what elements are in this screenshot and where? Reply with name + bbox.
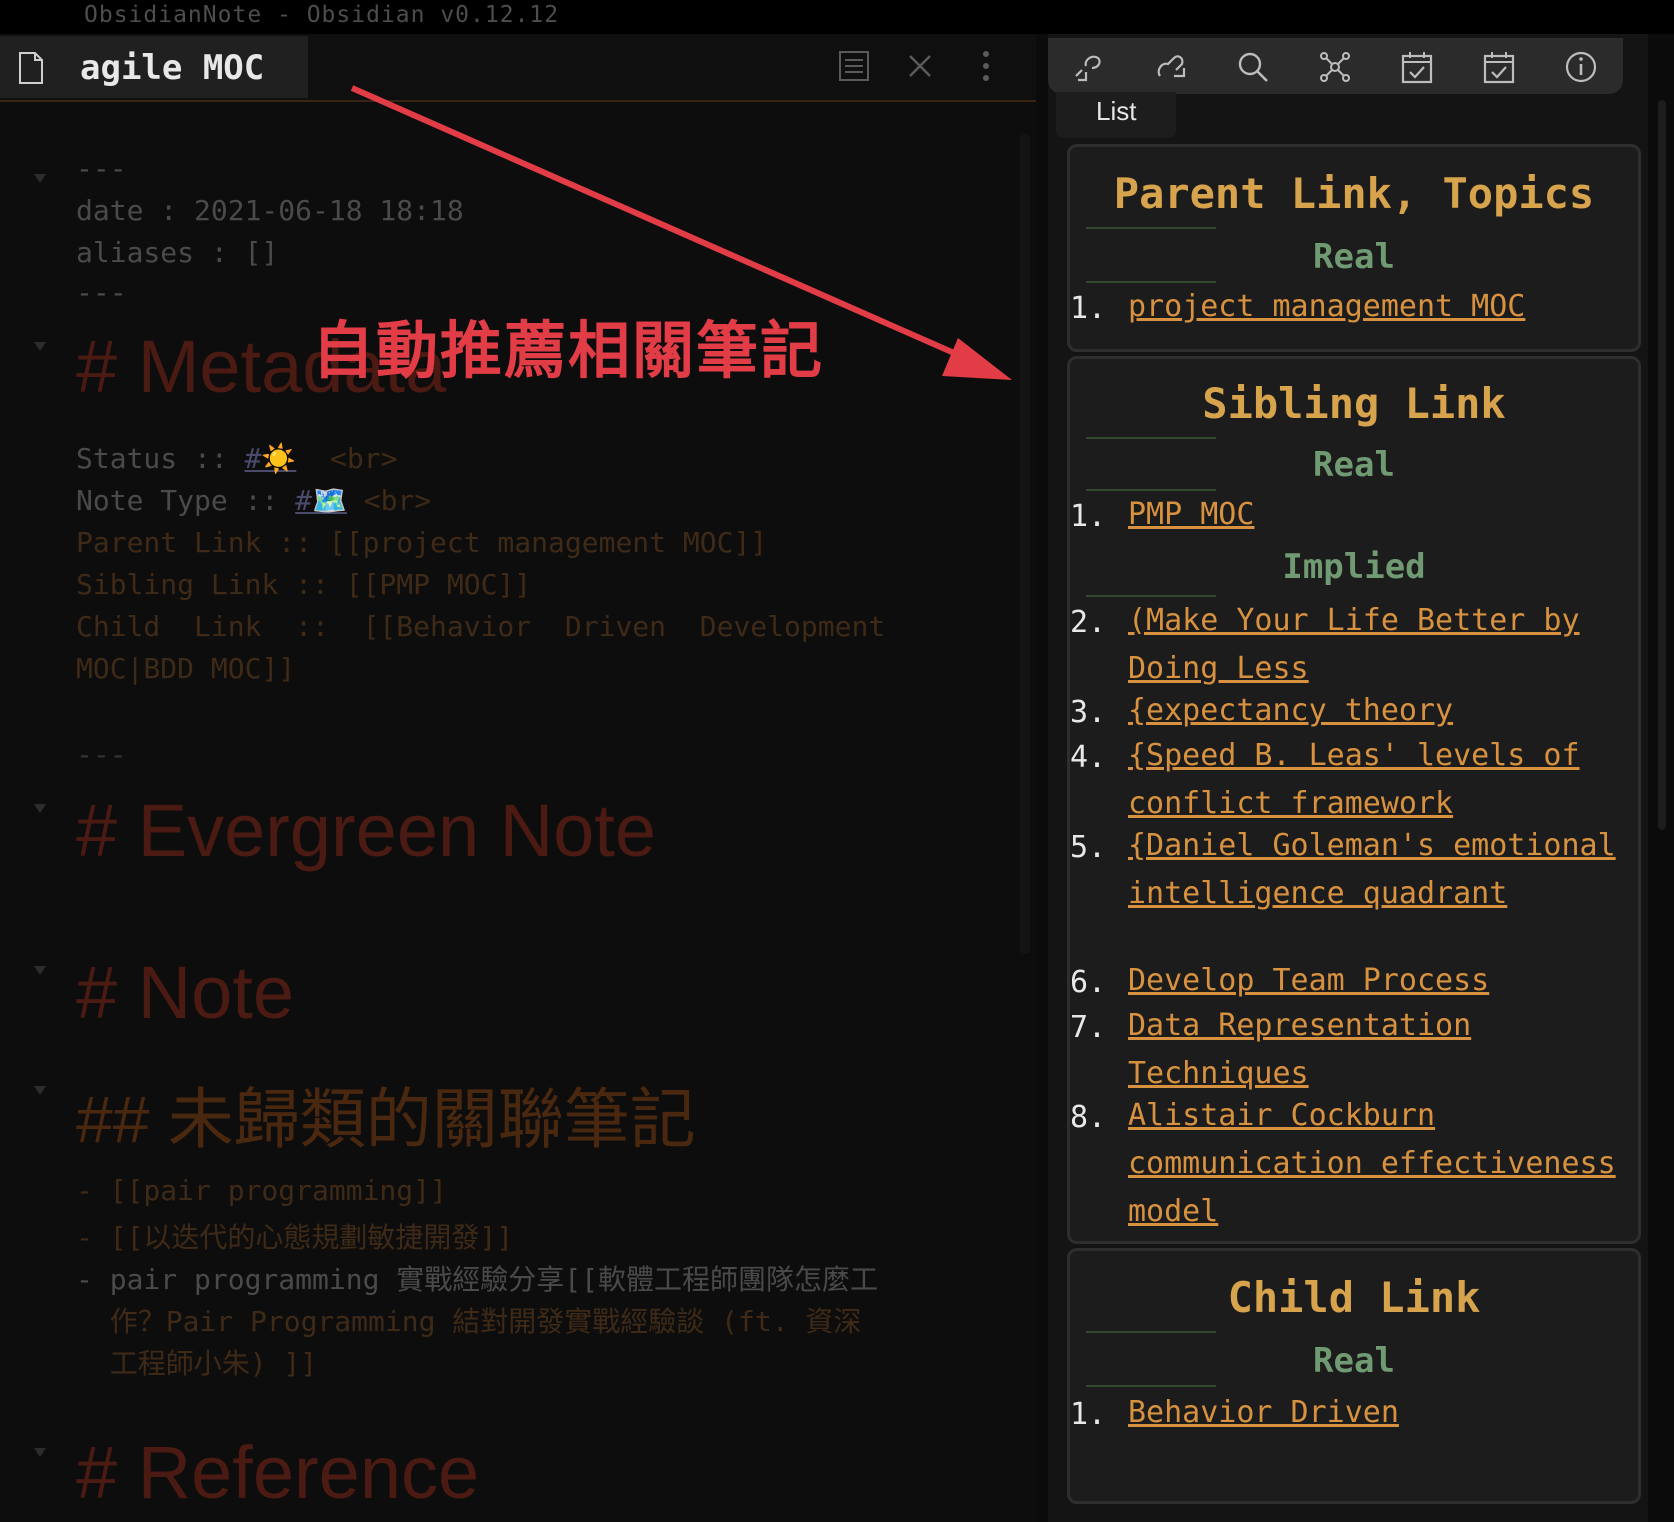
tab-agile-moc[interactable]: agile MOC [0, 36, 308, 98]
frontmatter-aliases: aliases : [] [76, 236, 279, 269]
editor-pane: agile MOC --- date : 2021-06-18 18:18 al… [0, 34, 1036, 1522]
list-item[interactable]: - [[pair programming]] [76, 1174, 447, 1207]
tab-list-label: List [1096, 96, 1137, 126]
sibling-link-card: Sibling Link Real 1. PMP MOC Implied 2. … [1067, 356, 1641, 1244]
fold-toggle[interactable] [34, 174, 46, 183]
item-number: 2. [1070, 605, 1107, 640]
heading-reference: # Reference [76, 1431, 480, 1514]
fold-toggle[interactable] [34, 342, 46, 351]
more-options-icon[interactable] [968, 48, 1004, 84]
calendar-check-icon[interactable] [1482, 50, 1516, 84]
implied-link-item[interactable]: {Speed B. Leas' levels of conflict frame… [1128, 732, 1628, 828]
list-item-cont[interactable]: 作？Pair Programming 結對開發實戰經驗談 (ft. 資深 [76, 1300, 862, 1340]
tab-title: agile MOC [80, 48, 265, 88]
divider [1086, 1385, 1216, 1387]
list-item[interactable]: - [[以迭代的心態規劃敏捷開發]] [76, 1216, 513, 1256]
note-type-line: Note Type :: #🗺️ <br> [76, 484, 432, 517]
sidebar-toolbar [1048, 38, 1623, 94]
implied-link-item[interactable]: Alistair Cockburn communication effectiv… [1128, 1092, 1628, 1236]
reading-view-icon[interactable] [836, 48, 872, 84]
backlinks-icon[interactable] [1072, 50, 1106, 84]
implied-link-item[interactable]: Develop Team Process [1128, 957, 1628, 1005]
list-item[interactable]: - pair programming 實戰經驗分享[[軟體工程師團隊怎麼工 [76, 1258, 878, 1298]
heading-note: # Note [76, 951, 295, 1034]
frontmatter-date: date : 2021-06-18 18:18 [76, 194, 464, 227]
real-label: Real [1313, 445, 1395, 485]
child-link-item[interactable]: Behavior Driven [1128, 1389, 1628, 1437]
item-number: 1. [1070, 1397, 1107, 1432]
card-title: Sibling Link [1202, 379, 1506, 428]
item-number: 3. [1070, 695, 1107, 730]
parent-link-item[interactable]: project management MOC [1128, 283, 1628, 331]
editor-scrollbar[interactable] [1020, 134, 1030, 954]
item-number: 6. [1070, 965, 1107, 1000]
implied-link-item[interactable]: (Make Your Life Better by Doing Less [1128, 597, 1628, 693]
horizontal-rule: --- [76, 738, 127, 771]
divider [1086, 227, 1216, 229]
child-link-line[interactable]: Child Link :: [[Behavior Driven Developm… [76, 610, 885, 643]
real-label: Real [1313, 237, 1395, 277]
implied-link-item[interactable]: {expectancy theory [1128, 687, 1628, 735]
file-icon [19, 52, 43, 84]
heading-evergreen-note: # Evergreen Note [76, 789, 657, 872]
card-title: Child Link [1227, 1273, 1481, 1322]
implied-link-item[interactable]: Data Representation Techniques [1128, 1002, 1628, 1098]
sibling-link-item[interactable]: PMP MOC [1128, 491, 1628, 539]
divider [1086, 1331, 1216, 1333]
fold-toggle[interactable] [34, 1086, 46, 1095]
status-line: Status :: #☀️ <br> [76, 442, 398, 475]
status-tag[interactable]: #☀️ [245, 442, 297, 475]
divider [1086, 437, 1216, 439]
info-icon[interactable] [1564, 50, 1598, 84]
child-link-line-cont[interactable]: MOC|BDD MOC]] [76, 652, 295, 685]
note-type-tag[interactable]: #🗺️ [295, 484, 347, 517]
right-sidebar: List Parent Link, Topics Real 1. project… [1048, 34, 1648, 1522]
item-number: 1. [1070, 291, 1107, 326]
card-title: Parent Link, Topics [1113, 169, 1595, 218]
sibling-link-line[interactable]: Sibling Link :: [[PMP MOC]] [76, 568, 531, 601]
frontmatter-close: --- [76, 276, 127, 309]
real-label: Real [1313, 1341, 1395, 1381]
graph-icon[interactable] [1318, 50, 1352, 84]
fold-toggle[interactable] [34, 966, 46, 975]
search-icon[interactable] [1236, 50, 1270, 84]
tab-list[interactable]: List [1056, 92, 1176, 138]
item-number: 1. [1070, 499, 1107, 534]
fold-toggle[interactable] [34, 804, 46, 813]
close-icon[interactable] [902, 48, 938, 84]
annotation-label: 自動推薦相關筆記 [312, 314, 825, 387]
tab-bar: agile MOC [0, 34, 1036, 102]
list-item-cont[interactable]: 工程師小朱) ]] [76, 1342, 317, 1382]
item-number: 7. [1070, 1010, 1107, 1045]
title-bar: ObsidianNote - Obsidian v0.12.12 [0, 0, 1674, 34]
item-number: 4. [1070, 740, 1107, 775]
child-link-card: Child Link Real 1. Behavior Driven [1067, 1248, 1641, 1504]
window-title: ObsidianNote - Obsidian v0.12.12 [84, 2, 560, 28]
parent-link-card: Parent Link, Topics Real 1. project mana… [1067, 144, 1641, 352]
fold-toggle[interactable] [34, 1448, 46, 1457]
item-number: 5. [1070, 830, 1107, 865]
calendar-check-icon[interactable] [1400, 50, 1434, 84]
implied-label: Implied [1282, 547, 1426, 587]
item-number: 8. [1070, 1100, 1107, 1135]
implied-link-item[interactable]: {Daniel Goleman's emotional intelligence… [1128, 822, 1628, 918]
sidebar-scrollbar[interactable] [1658, 100, 1666, 830]
heading-unclassified-notes: ## 未歸類的關聯筆記 [76, 1082, 696, 1156]
frontmatter-open: --- [76, 152, 127, 185]
parent-link-line[interactable]: Parent Link :: [[project management MOC]… [76, 526, 767, 559]
outgoing-links-icon[interactable] [1154, 50, 1188, 84]
